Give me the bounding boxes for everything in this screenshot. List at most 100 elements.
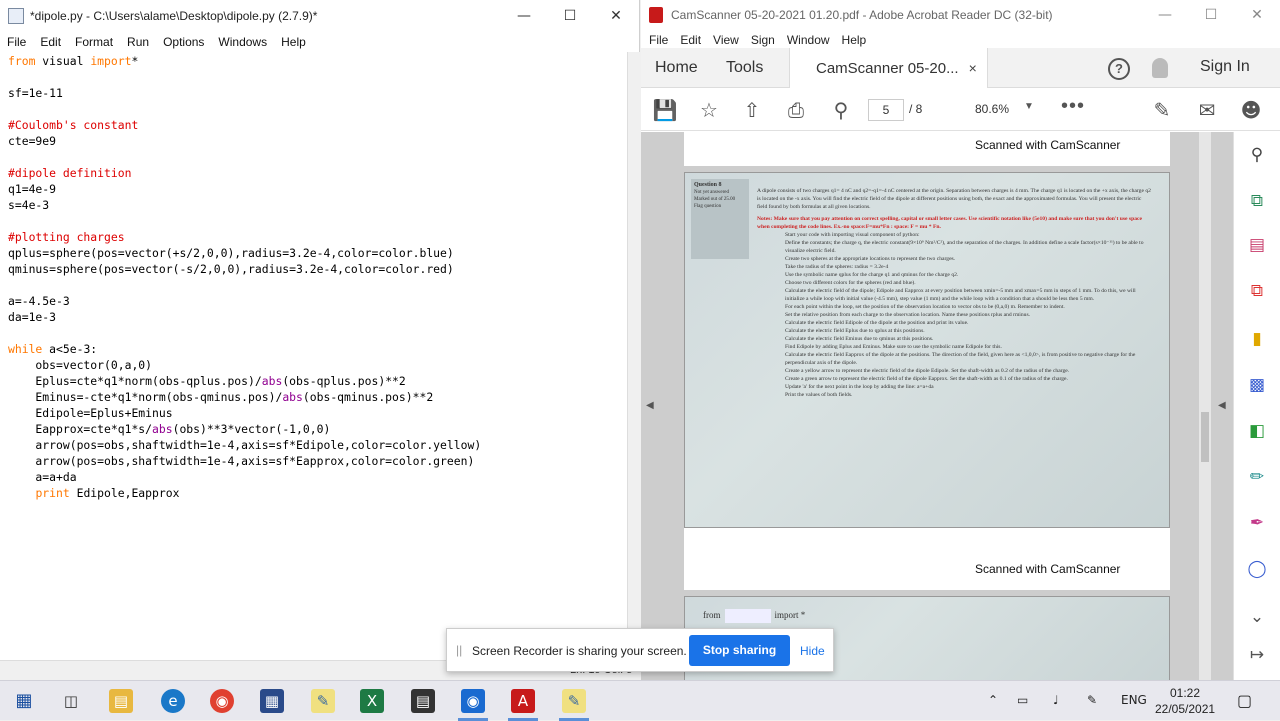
comment-icon[interactable]: ▮ — [1246, 328, 1268, 350]
acro-menu-edit[interactable]: Edit — [674, 33, 707, 47]
python-file-icon — [8, 8, 24, 24]
acrobat-maximize-button[interactable]: ☐ — [1188, 0, 1234, 31]
hide-button[interactable]: Hide — [800, 644, 825, 658]
acro-menu-help[interactable]: Help — [836, 33, 873, 47]
flag-question: Flag question — [694, 204, 722, 209]
menu-run[interactable]: Run — [120, 35, 156, 49]
help-icon[interactable]: ? — [1108, 58, 1130, 80]
edge-browser-icon[interactable]: e — [161, 689, 185, 713]
tab-home[interactable]: Home — [655, 48, 698, 88]
step-item: Calculate the electric field Edipole of … — [785, 320, 969, 326]
save-icon[interactable]: 💾 — [652, 97, 678, 123]
acrobat-titlebar[interactable]: CamScanner 05-20-2021 01.20.pdf - Adobe … — [641, 0, 1280, 30]
excel-icon[interactable]: X — [360, 689, 384, 713]
language-indicator[interactable]: ENG — [1121, 693, 1147, 707]
menu-edit[interactable]: Edit — [33, 35, 68, 49]
calculator-icon[interactable]: ▦ — [260, 689, 284, 713]
zoom-dropdown-icon[interactable]: ▼ — [1024, 101, 1034, 112]
chrome-icon[interactable]: ◉ — [210, 689, 234, 713]
menu-file[interactable]: File — [0, 35, 33, 49]
menu-options[interactable]: Options — [156, 35, 211, 49]
scan-watermark-bottom: Scanned with CamScanner — [975, 562, 1121, 576]
organize-pages-icon[interactable]: ▤ — [1246, 234, 1268, 256]
notification-bell-icon[interactable] — [1152, 58, 1168, 78]
maximize-button[interactable]: ☐ — [547, 0, 593, 32]
taskbar-clock[interactable]: 01:22 22/05/2021 — [1155, 685, 1215, 717]
bookmark-star-icon[interactable]: ☆ — [696, 97, 722, 123]
code-editor[interactable]: from visual import* sf=1e-11 #Coulomb's … — [0, 52, 627, 660]
expand-tools-icon[interactable]: ⌄ — [1246, 606, 1268, 628]
zoom-tool-icon[interactable]: ⚲ — [1246, 144, 1268, 166]
start-windows-icon[interactable]: ▦ — [12, 689, 36, 713]
step-item: Define the constants; the charge q, the … — [785, 240, 1144, 254]
question-status: Not yet answered — [694, 190, 729, 195]
create-pdf-icon[interactable]: ⧉ — [1246, 280, 1268, 302]
step-item: Find Edipole by adding Eplus and Eminus.… — [785, 344, 1002, 350]
collapse-pane-icon[interactable]: ↦ — [1246, 644, 1268, 666]
translate-icon[interactable]: ▩ — [1246, 374, 1268, 396]
question-marks: Marked out of 25.00 — [694, 197, 736, 202]
store-icon[interactable]: ▤ — [411, 689, 435, 713]
tab-document[interactable]: CamScanner 05-20... × — [789, 48, 988, 88]
question-notes: Notes: Make sure that you pay attention … — [757, 216, 1142, 230]
close-tab-icon[interactable]: × — [969, 60, 977, 76]
export-pdf-icon[interactable]: ⧉ — [1246, 190, 1268, 212]
drag-handle[interactable]: || — [456, 643, 462, 657]
tray-chevron-icon[interactable]: ⌃ — [988, 693, 998, 707]
menu-help[interactable]: Help — [274, 35, 313, 49]
python-idle-icon[interactable]: ✎ — [311, 689, 335, 713]
protect-shield-icon[interactable]: ◯ — [1246, 558, 1268, 580]
zoom-search-icon[interactable]: ⚲ — [828, 97, 854, 123]
more-options-icon[interactable]: ••• — [1061, 95, 1085, 118]
step-item: Use the symbolic name qplus for the char… — [785, 272, 959, 278]
zoom-level[interactable]: 80.6% — [975, 102, 1009, 116]
notifications-icon[interactable]: ▢ — [1237, 691, 1252, 710]
collapse-right-pane-icon[interactable]: ◀ — [1218, 400, 1226, 411]
tools-pane: ⚲ ⧉ ▤ ⧉ ▮ ▩ ◧ ✏ ✒ ◯ ⌄ ↦ — [1233, 132, 1280, 680]
document-viewport[interactable]: ◀ Scanned with CamScanner Question 8 Not… — [641, 132, 1233, 680]
acrobat-icon — [649, 7, 663, 23]
idle-titlebar[interactable]: *dipole.py - C:\Users\alame\Desktop\dipo… — [0, 0, 639, 32]
step-item: For each point within the loop, set the … — [785, 304, 1065, 310]
edit-pdf-icon[interactable]: ✏ — [1246, 466, 1268, 488]
upload-cloud-icon[interactable]: ⇧ — [739, 97, 765, 123]
acrobat-minimize-button[interactable]: — — [1142, 0, 1188, 31]
email-icon[interactable]: ✉ — [1194, 97, 1220, 123]
acro-menu-window[interactable]: Window — [781, 33, 836, 47]
fill-sign-icon[interactable]: ✒ — [1246, 512, 1268, 534]
file-explorer-icon[interactable]: ▤ — [109, 689, 133, 713]
tab-tools[interactable]: Tools — [726, 48, 763, 88]
task-view-icon[interactable]: ◫ — [59, 689, 83, 713]
acro-menu-sign[interactable]: Sign — [745, 33, 781, 47]
sign-in-button[interactable]: Sign In — [1200, 58, 1250, 76]
link-tool-icon[interactable]: ✎ — [1149, 97, 1175, 123]
battery-icon[interactable]: ▭ — [1017, 693, 1028, 707]
close-button[interactable]: ✕ — [593, 0, 639, 32]
menu-windows[interactable]: Windows — [211, 35, 274, 49]
acro-menu-view[interactable]: View — [707, 33, 745, 47]
code-import: import * — [774, 610, 806, 621]
acrobat-taskbar-icon[interactable]: A — [511, 689, 535, 713]
acrobat-close-button[interactable]: ✕ — [1234, 0, 1280, 31]
pen-icon[interactable]: ✎ — [1087, 693, 1097, 707]
editor-scrollbar[interactable] — [627, 52, 640, 660]
menu-format[interactable]: Format — [68, 35, 120, 49]
acro-menu-file[interactable]: File — [643, 33, 674, 47]
add-user-icon[interactable]: ☻ — [1238, 97, 1264, 123]
collapse-left-pane-icon[interactable]: ◀ — [646, 400, 654, 411]
minimize-button[interactable]: — — [501, 0, 547, 32]
compress-icon[interactable]: ◧ — [1246, 420, 1268, 442]
screen-recorder-icon[interactable]: ◉ — [461, 689, 485, 713]
step-item: Calculate the electric field Eminus due … — [785, 336, 934, 342]
document-scrollbar-thumb[interactable] — [1201, 412, 1209, 462]
document-scrollbar[interactable] — [1199, 132, 1211, 680]
code-blank-field — [724, 609, 771, 623]
print-icon[interactable]: ⎙ — [783, 97, 809, 123]
python-file-taskbar-icon[interactable]: ✎ — [562, 689, 586, 713]
page-number-input[interactable]: 5 — [868, 99, 904, 121]
clock-date: 22/05/2021 — [1155, 702, 1216, 716]
step-item: Calculate the electric field of the dipo… — [785, 288, 1136, 302]
step-item: Start your code with importing visual co… — [785, 232, 920, 238]
volume-icon[interactable]: ♩ — [1053, 693, 1059, 707]
stop-sharing-button[interactable]: Stop sharing — [689, 635, 790, 666]
